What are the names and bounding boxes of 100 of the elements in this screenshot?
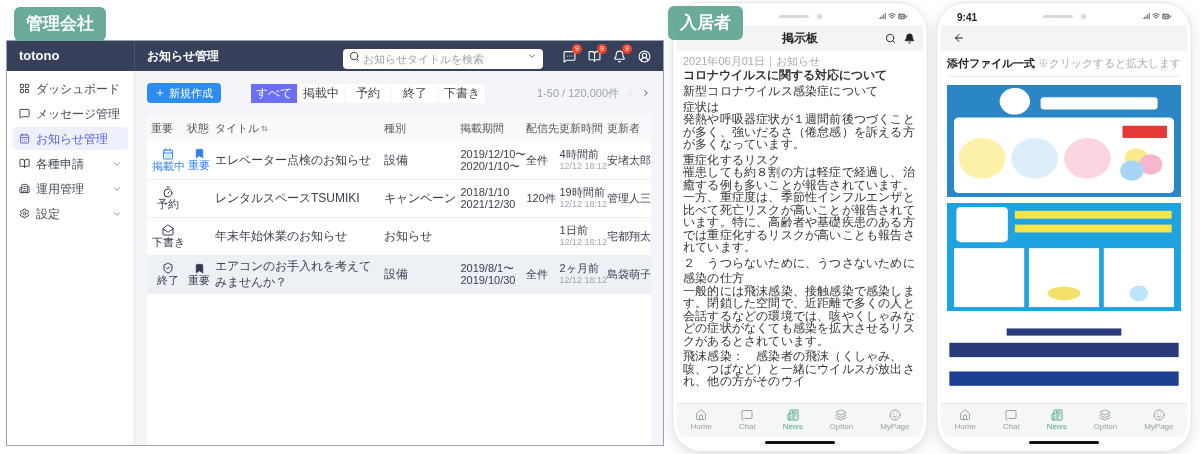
- updated-relative: 19時間前: [559, 186, 606, 198]
- battery-icon: [1162, 11, 1171, 21]
- filter-tab[interactable]: 予約: [345, 83, 391, 103]
- sidebar-item[interactable]: お知らせ管理: [13, 127, 128, 150]
- grid-icon: [19, 83, 30, 94]
- status-indicator: 終了: [151, 262, 185, 286]
- filter-tab[interactable]: すべて: [251, 83, 297, 103]
- wifi-icon: [1152, 11, 1160, 20]
- building-icon: [19, 183, 30, 194]
- settings-icon: [19, 208, 30, 219]
- account-icon[interactable]: [638, 49, 651, 63]
- dropdown-caret-icon: [527, 51, 537, 61]
- book-icon: [19, 158, 30, 169]
- status-indicator: 予約: [151, 186, 185, 210]
- back-arrow-icon[interactable]: [953, 32, 965, 44]
- screen-title: 掲示板: [782, 30, 818, 47]
- notice-title: エレベーター点検のお知らせ: [215, 152, 371, 167]
- article-paragraph: ２ うつらないために、うつさないために: [683, 256, 916, 269]
- updater-cell: 宅都翔太: [607, 229, 651, 242]
- column-header: タイトル: [215, 120, 259, 136]
- column-header: 種別: [384, 120, 407, 136]
- article-paragraph: 罹患しても約８割の方は軽症で経過し、治癒する例も多いことが報告されています。一方、重症度は、季節性インフルエンザと比べて死亡リスクが高いことが報告されています。特に、高齢者や基礎疾患のある方では重症化するリスクが高いことも報告されています。: [683, 166, 916, 254]
- category-cell: 設備: [384, 267, 409, 281]
- important-indicator: 重要: [187, 148, 211, 172]
- chat-icon: [741, 408, 754, 421]
- column-header: 更新者: [607, 120, 640, 136]
- section-title: 添付ファイル一式: [947, 56, 1035, 72]
- article-paragraph: 飛沫感染： 感染者の飛沫（くしゃみ、咳、つばなど）と一緒にウイルスが放出され、他の方がそのウイ: [683, 350, 916, 388]
- hint-text: ※クリックすると拡大します: [1038, 56, 1181, 72]
- signal-icon: [1142, 11, 1150, 20]
- speaker-slot-icon: [1042, 14, 1073, 18]
- home-icon: [695, 408, 708, 421]
- notice-title: エアコンのお手入れを考えてみませんか？: [215, 258, 371, 289]
- updated-relative: 4時間前: [559, 147, 600, 160]
- role-badge: 入居者: [668, 6, 743, 40]
- article-paragraph: 新型コロナウイルス感染症について: [683, 85, 880, 98]
- search-icon[interactable]: [885, 32, 896, 44]
- important-indicator: 重要: [187, 262, 211, 286]
- layers-icon: [1099, 408, 1112, 421]
- home-indicator: [1029, 440, 1099, 444]
- updated-relative: 1日前: [559, 224, 589, 236]
- sidebar-item[interactable]: 設定: [13, 202, 128, 225]
- notice-title: レンタルスペースTSUMIKI: [215, 190, 360, 205]
- speaker-slot-icon: [778, 14, 809, 18]
- newspaper-icon: [786, 408, 799, 421]
- next-page-icon[interactable]: [641, 88, 651, 98]
- category-cell: 設備: [384, 152, 409, 167]
- period-cell-text: 2019/8/1〜 2019/10/30: [460, 262, 517, 286]
- chat-icon: [1005, 408, 1018, 421]
- pagination-range: 1-50 / 120,000件: [537, 85, 619, 101]
- home-icon: [959, 408, 972, 421]
- home-indicator: [765, 440, 835, 444]
- search-icon: [349, 50, 360, 62]
- book-icon[interactable]: [588, 49, 601, 63]
- signal-icon: [878, 11, 886, 20]
- sidebar-item[interactable]: メッセージ管理: [13, 102, 128, 125]
- filter-tab[interactable]: 下書き: [439, 83, 485, 103]
- article-paragraph: 症状は: [683, 100, 721, 113]
- chat-icon[interactable]: [563, 49, 576, 63]
- sidebar-item[interactable]: 各種申請: [13, 152, 128, 175]
- updater-cell: 管理人三: [607, 191, 651, 204]
- status-indicator: 掲載中: [151, 147, 185, 172]
- newspaper-icon: [1050, 408, 1063, 421]
- recipients-cell: 120件: [526, 191, 556, 204]
- column-header: 重要: [151, 120, 173, 136]
- category-cell: キャンペーン: [384, 191, 457, 205]
- page-title: お知らせ管理: [147, 48, 219, 65]
- bell-icon[interactable]: [613, 49, 626, 63]
- column-header: 状態: [187, 120, 209, 136]
- updater-cell: 島袋萌子: [607, 267, 651, 280]
- wifi-icon: [888, 11, 896, 20]
- clock-time: 9:41: [957, 12, 977, 23]
- category-cell: お知らせ: [384, 229, 433, 243]
- recipients-cell: 全件: [526, 153, 549, 166]
- updated-relative: 2ヶ月前: [559, 262, 600, 274]
- bell-icon[interactable]: [904, 32, 915, 44]
- updater-cell: 安堵太郎: [607, 153, 651, 166]
- battery-icon: [898, 11, 907, 21]
- status-indicator: 下書き: [151, 224, 185, 248]
- post-meta: 2021年06月01日｜お知らせ: [683, 55, 821, 68]
- period-cell-text: 2018/1/10 2021/12/30: [460, 186, 517, 210]
- filter-tab[interactable]: 終了: [392, 83, 438, 103]
- role-badge: 管理会社: [14, 7, 106, 41]
- column-header: 更新時間: [559, 120, 604, 136]
- updated-timestamp: 12/12 18:12: [559, 237, 607, 248]
- calendar-icon: [19, 133, 30, 144]
- article-paragraph: 一般的には飛沫感染、接触感染で感染します。閉鎖した空間で、近距離で多くの人と会話するなどの環境では、咳やくしゃみなどの症状がなくても感染を拡大させるリスクがあるとされています。: [683, 284, 916, 347]
- notice-title: 年末年始休業のお知らせ: [215, 228, 347, 243]
- article-paragraph: 重症化するリスク: [683, 153, 781, 166]
- article-paragraph: 発熱や呼吸器症状が１週間前後つづくことが多く、強いだるさ（倦怠感）を訴える方が多くなっています。: [683, 113, 916, 151]
- sidebar-item[interactable]: 運用管理: [13, 177, 128, 200]
- sidebar-item[interactable]: ダッシュボード: [13, 77, 128, 100]
- filter-tab[interactable]: 掲載中: [298, 83, 344, 103]
- search-field[interactable]: お知らせタイトルを検索: [343, 49, 543, 69]
- smiley-icon: [1152, 408, 1165, 421]
- updated-timestamp: 12/12 18:12: [559, 199, 607, 210]
- sort-icon[interactable]: [261, 124, 268, 132]
- article-title: コロナウイルスに関する対応について: [683, 68, 888, 83]
- smiley-icon: [888, 408, 901, 421]
- column-header: 配信先: [526, 120, 560, 136]
